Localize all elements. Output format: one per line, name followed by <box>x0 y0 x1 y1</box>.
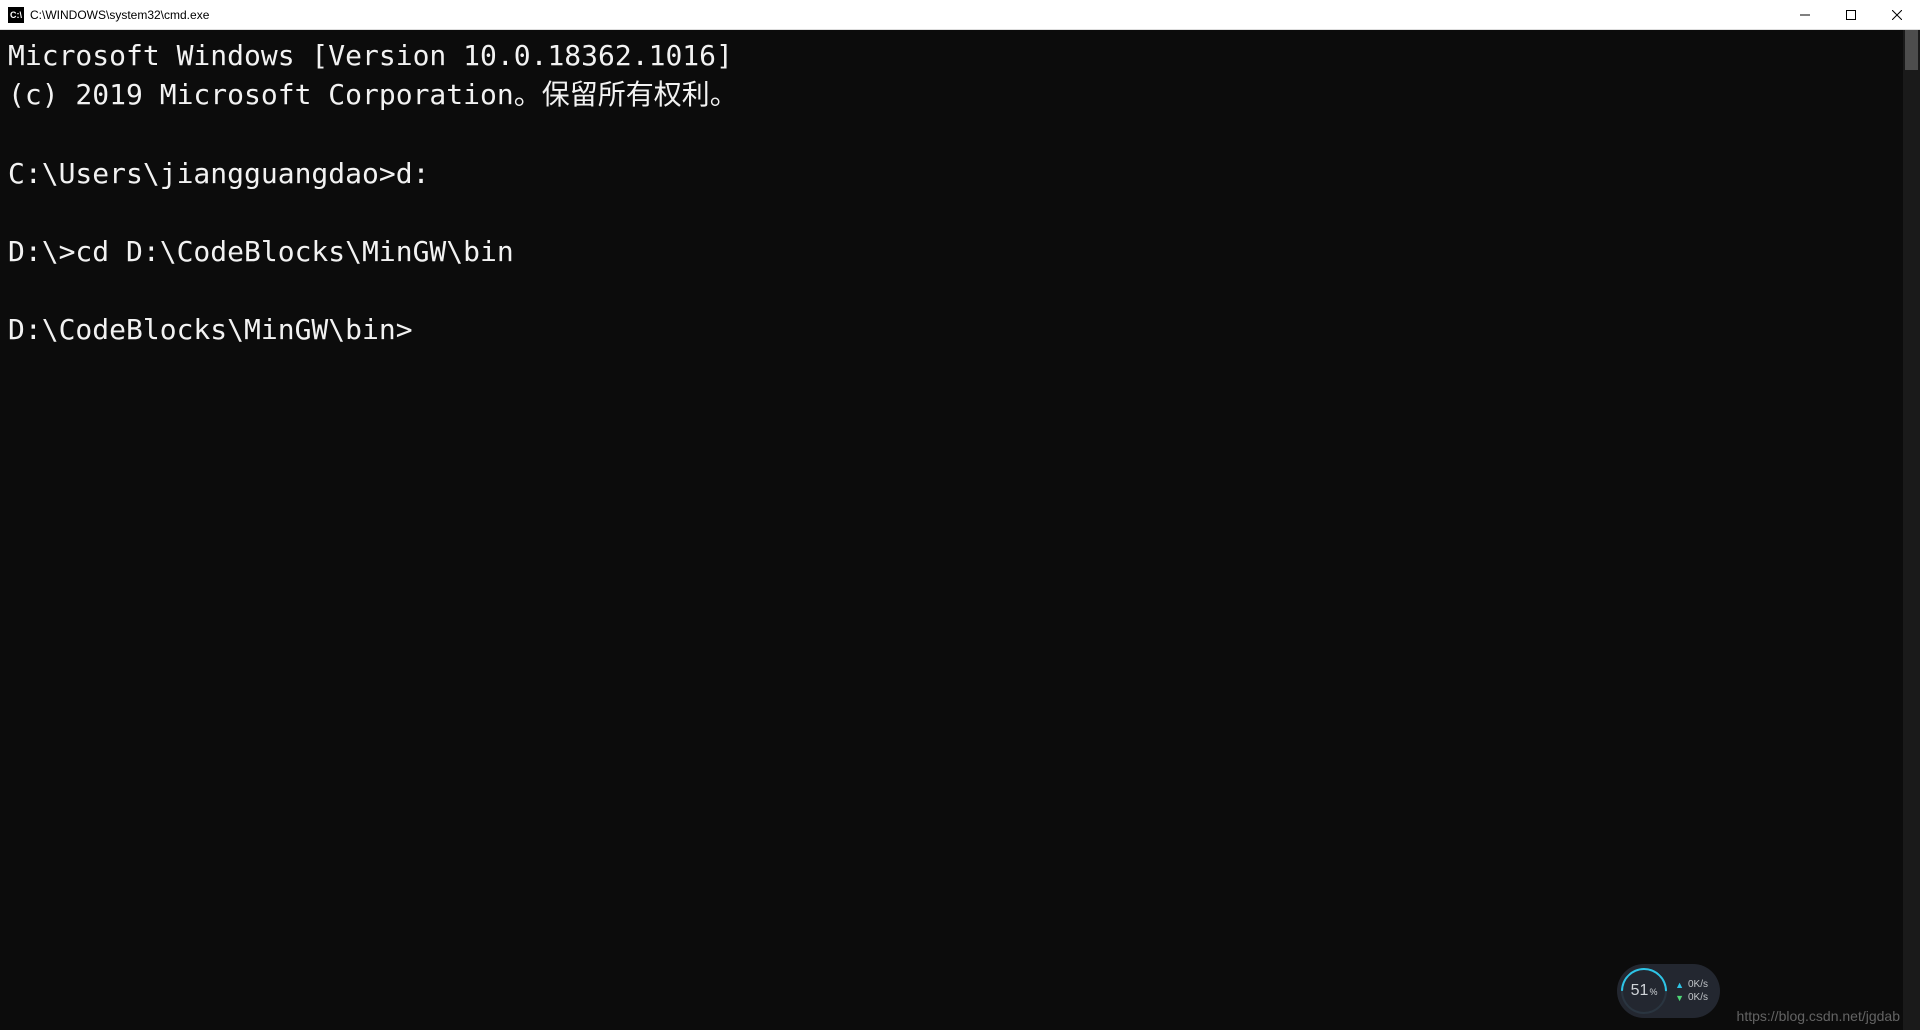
close-icon <box>1892 10 1902 20</box>
upload-arrow-icon: ▲ <box>1675 980 1684 990</box>
window-controls <box>1782 0 1920 29</box>
usage-gauge: 51% <box>1621 968 1667 1014</box>
terminal-line: Microsoft Windows [Version 10.0.18362.10… <box>8 39 733 72</box>
window-title: C:\WINDOWS\system32\cmd.exe <box>30 8 209 22</box>
terminal-line: D:\CodeBlocks\MinGW\bin> <box>8 313 413 346</box>
close-button[interactable] <box>1874 0 1920 29</box>
terminal-line: C:\Users\jiangguangdao>d: <box>8 157 429 190</box>
maximize-button[interactable] <box>1828 0 1874 29</box>
network-stats: ▲ 0K/s ▼ 0K/s <box>1675 979 1708 1003</box>
upload-row: ▲ 0K/s <box>1675 979 1708 990</box>
watermark-text: https://blog.csdn.net/jgdab <box>1737 1008 1900 1024</box>
terminal-output[interactable]: Microsoft Windows [Version 10.0.18362.10… <box>0 30 1903 1030</box>
upload-speed: 0K/s <box>1688 979 1708 990</box>
vertical-scrollbar[interactable] <box>1903 30 1920 1030</box>
download-arrow-icon: ▼ <box>1675 993 1684 1003</box>
gauge-unit: % <box>1649 987 1657 997</box>
gauge-value: 51% <box>1631 982 1658 1000</box>
network-monitor-widget[interactable]: 51% ▲ 0K/s ▼ 0K/s <box>1617 964 1720 1018</box>
window-titlebar: C:\ C:\WINDOWS\system32\cmd.exe <box>0 0 1920 30</box>
minimize-button[interactable] <box>1782 0 1828 29</box>
maximize-icon <box>1846 10 1856 20</box>
scrollbar-thumb[interactable] <box>1905 30 1918 70</box>
titlebar-left: C:\ C:\WINDOWS\system32\cmd.exe <box>8 7 209 23</box>
minimize-icon <box>1800 10 1810 20</box>
terminal-line: (c) 2019 Microsoft Corporation。保留所有权利。 <box>8 78 738 111</box>
download-speed: 0K/s <box>1688 992 1708 1003</box>
download-row: ▼ 0K/s <box>1675 992 1708 1003</box>
terminal-line: D:\>cd D:\CodeBlocks\MinGW\bin <box>8 235 514 268</box>
app-icon-text: C:\ <box>10 10 22 20</box>
cmd-app-icon: C:\ <box>8 7 24 23</box>
gauge-number: 51 <box>1631 982 1649 1000</box>
terminal-area: Microsoft Windows [Version 10.0.18362.10… <box>0 30 1920 1030</box>
